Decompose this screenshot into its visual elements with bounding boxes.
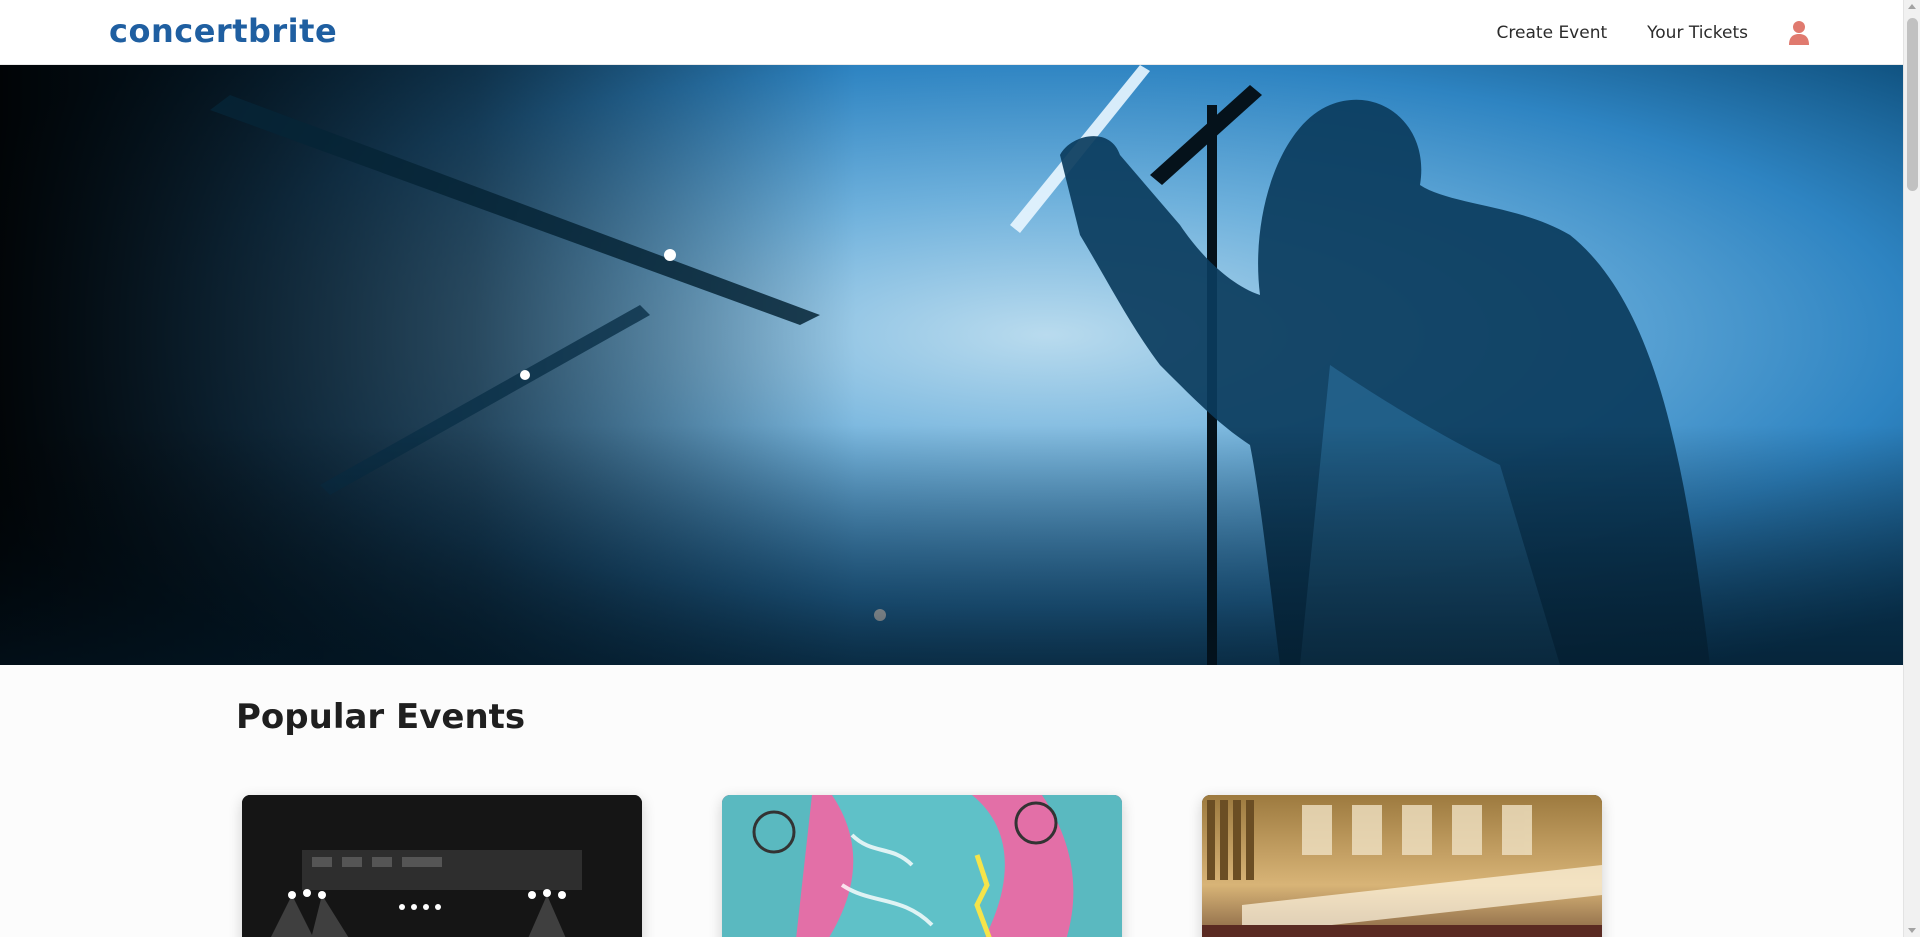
popular-events-heading: Popular Events <box>236 697 526 737</box>
event-card-1[interactable] <box>242 795 642 937</box>
vertical-scrollbar[interactable] <box>1903 0 1920 937</box>
hero-banner-image <box>0 65 1903 665</box>
scroll-down-arrow-icon[interactable] <box>1908 928 1916 933</box>
nav-links: Create Event Your Tickets <box>1497 0 1903 65</box>
event-card-3[interactable] <box>1202 795 1602 937</box>
brand-logo[interactable]: concertbrite <box>109 12 337 50</box>
create-event-link[interactable]: Create Event <box>1497 23 1608 43</box>
your-tickets-link[interactable]: Your Tickets <box>1647 23 1748 43</box>
top-navbar: concertbrite Create Event Your Tickets <box>0 0 1903 65</box>
scroll-up-arrow-icon[interactable] <box>1908 4 1916 9</box>
user-icon[interactable] <box>1788 20 1810 46</box>
page: concertbrite Create Event Your Tickets P… <box>0 0 1903 937</box>
event-card-2[interactable] <box>722 795 1122 937</box>
scrollbar-thumb[interactable] <box>1907 18 1918 191</box>
